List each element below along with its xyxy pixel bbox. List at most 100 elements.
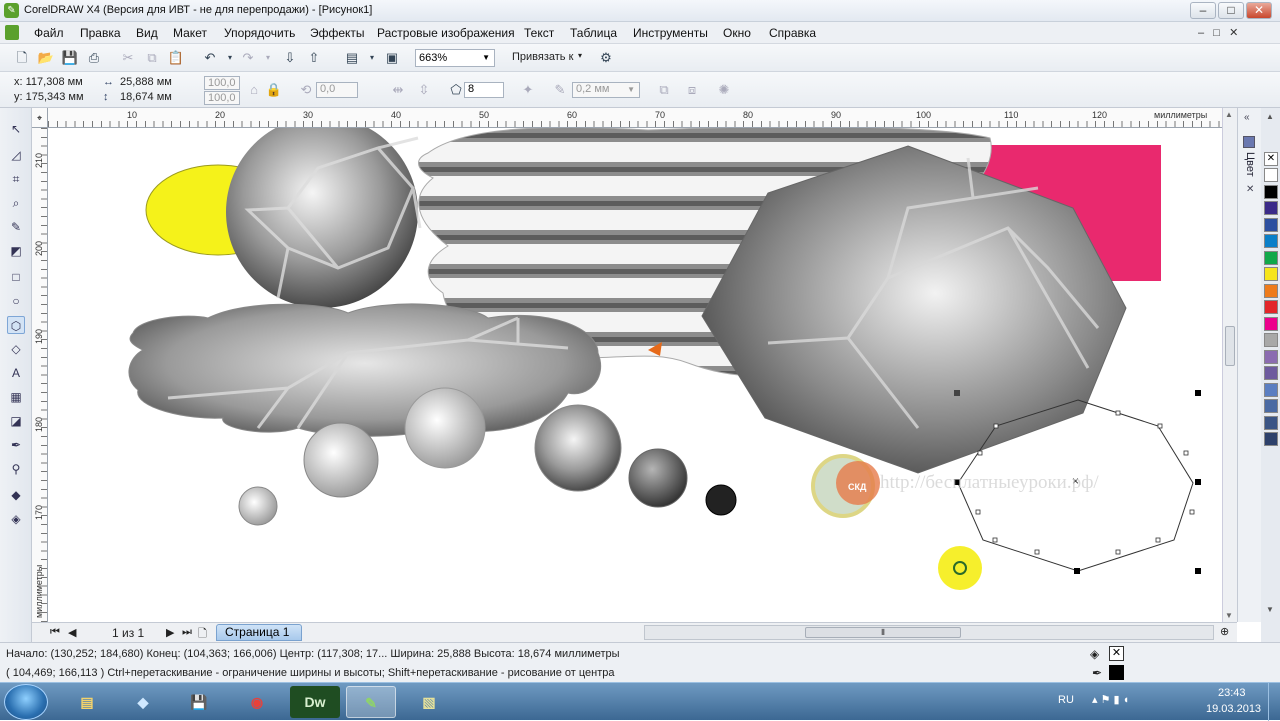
menu-tools[interactable]: Инструменты [633,26,708,40]
close-button[interactable]: ✕ [1246,2,1272,19]
wrap-text-icon[interactable]: ⧉ [654,80,674,100]
table-tool-icon[interactable]: ▦ [7,388,25,406]
mirror-horizontal-icon[interactable]: ⇹ [388,80,408,100]
palette-swatch[interactable] [1264,184,1278,199]
palette-swatch[interactable] [1264,333,1278,347]
menu-edit[interactable]: Правка [80,26,121,40]
import-icon[interactable]: ⇩ [280,48,300,68]
menu-file[interactable]: Файл [34,26,64,40]
sphere-medium[interactable] [303,422,379,498]
menu-window[interactable]: Окно [723,26,751,40]
launcher-dropdown-icon[interactable]: ▾ [362,48,382,68]
outline-tool-icon[interactable]: ⚲ [7,460,25,478]
scale-y-input[interactable]: 100,0 [204,91,240,105]
taskbar-notepad-icon[interactable]: ◆ [118,686,168,718]
horizontal-ruler[interactable]: ⌖ 10 20 30 40 50 60 70 80 90 100 110 120… [32,108,1222,128]
language-indicator[interactable]: RU [1058,694,1074,706]
snap-dropdown-arrow-icon[interactable]: ▾ [578,51,582,60]
menu-help[interactable]: Справка [769,26,816,40]
navigator-zoom-icon[interactable]: ⊕ [1220,625,1229,638]
taskbar-notes-icon[interactable]: ▧ [404,686,454,718]
sphere-behind-cloud[interactable] [404,387,486,469]
menu-arrange[interactable]: Упорядочить [224,26,295,40]
palette-swatch[interactable] [1264,432,1278,446]
text-tool-icon[interactable]: A [7,364,25,382]
ruler-origin[interactable]: ⌖ [32,108,48,128]
menu-text[interactable]: Текст [524,26,554,40]
star-icon[interactable]: ✦ [518,80,538,100]
zoom-tool-icon[interactable]: ⌕ [7,194,25,212]
palette-swatch[interactable] [1264,300,1278,314]
menu-layout[interactable]: Макет [173,26,207,40]
palette-swatch[interactable] [1264,366,1278,380]
palette-swatch[interactable] [1264,250,1278,265]
docker-tab-color[interactable]: Цвет [1244,152,1256,177]
options-icon[interactable]: ⚙ [596,48,616,68]
scale-x-input[interactable]: 100,0 [204,76,240,90]
gray-cloud-shape[interactable] [128,303,602,437]
snap-to-dropdown[interactable]: Привязать к [512,51,573,63]
palette-swatch[interactable] [1264,201,1278,215]
taskbar-explorer-icon[interactable]: ▤ [62,686,112,718]
palette-swatch[interactable] [1264,283,1278,298]
crop-tool-icon[interactable]: ⌗ [7,170,25,188]
menu-bitmaps[interactable]: Растровые изображения [377,26,515,40]
lock-ratio-icon[interactable]: ⌂ [244,80,264,100]
palette-swatch[interactable] [1264,168,1278,182]
start-button[interactable] [4,684,48,720]
maximize-button[interactable]: □ [1218,2,1244,19]
vertical-ruler[interactable]: 210 200 190 180 170 миллиметры [32,128,48,622]
clock-time[interactable]: 23:43 [1218,687,1246,699]
vertical-scroll-thumb[interactable] [1225,326,1235,366]
minimize-button[interactable]: – [1190,2,1216,19]
prev-page-icon[interactable]: ◀ [68,626,76,639]
print-icon[interactable]: ⎙ [84,48,104,68]
drawing-svg[interactable]: × СКД http://бесплатныеуроки.рф/ [48,128,1222,622]
cut-icon[interactable]: ✂ [118,48,138,68]
object-width[interactable]: 25,888 мм [120,76,172,88]
mirror-vertical-icon[interactable]: ⇳ [414,80,434,100]
freehand-tool-icon[interactable]: ✎ [7,218,25,236]
sphere-small[interactable] [238,486,278,526]
show-desktop-button[interactable] [1268,683,1280,721]
copy-icon[interactable]: ⧉ [142,48,162,68]
color-docker-tab[interactable]: « Цвет ✕ [1237,108,1261,622]
shape-tool-icon[interactable]: ◿ [7,146,25,164]
palette-swatch[interactable] [1264,234,1278,248]
polygon-tool-icon[interactable]: ⬡ [7,316,25,334]
welcome-screen-icon[interactable]: ▣ [382,48,402,68]
new-document-icon[interactable]: 🗋 [12,48,32,68]
outline-width-select[interactable]: 0,2 мм ▼ [572,82,640,98]
sphere-large[interactable] [534,404,622,492]
undo-icon[interactable]: ↶ [200,48,220,68]
sphere-black[interactable] [705,484,737,516]
palette-swatch[interactable] [1264,267,1278,281]
to-front-icon[interactable]: ⧈ [682,80,702,100]
save-icon[interactable]: 💾 [60,48,80,68]
taskbar-dreamweaver-icon[interactable]: Dw [290,686,340,718]
page-tab-1[interactable]: Страница 1 [216,624,302,641]
basic-shapes-tool-icon[interactable]: ◇ [7,340,25,358]
export-icon[interactable]: ⇧ [304,48,324,68]
docker-close-icon[interactable]: ✕ [1246,184,1254,195]
rectangle-tool-icon[interactable]: □ [7,268,25,286]
document-menu-icon[interactable] [5,25,19,40]
open-icon[interactable]: 📂 [36,48,56,68]
redo-icon[interactable]: ↷ [238,48,258,68]
doc-window-controls[interactable]: – □ ✕ [1198,26,1238,39]
outline-black-swatch[interactable] [1109,665,1124,680]
palette-swatch[interactable] [1264,382,1278,397]
rotation-angle-input[interactable]: 0,0 [316,82,358,98]
polygon-sides-input[interactable]: 8 [464,82,504,98]
application-launcher-icon[interactable]: ▤ [342,48,362,68]
ellipse-tool-icon[interactable]: ○ [7,292,25,310]
clock-date[interactable]: 19.03.2013 [1206,703,1261,715]
drawing-canvas[interactable]: × СКД http://бесплатныеуроки.рф/ [48,128,1222,622]
pick-tool-icon[interactable]: ↖ [7,120,25,138]
rotate-icon[interactable]: ⟲ [296,80,316,100]
no-color-swatch[interactable]: ✕ [1264,152,1278,166]
fill-none-swatch[interactable]: ✕ [1109,646,1124,661]
redo-dropdown-icon[interactable]: ▾ [258,48,278,68]
horizontal-scroll-thumb[interactable]: ⦀ [805,627,961,638]
fill-tool-icon[interactable]: ◆ [7,486,25,504]
